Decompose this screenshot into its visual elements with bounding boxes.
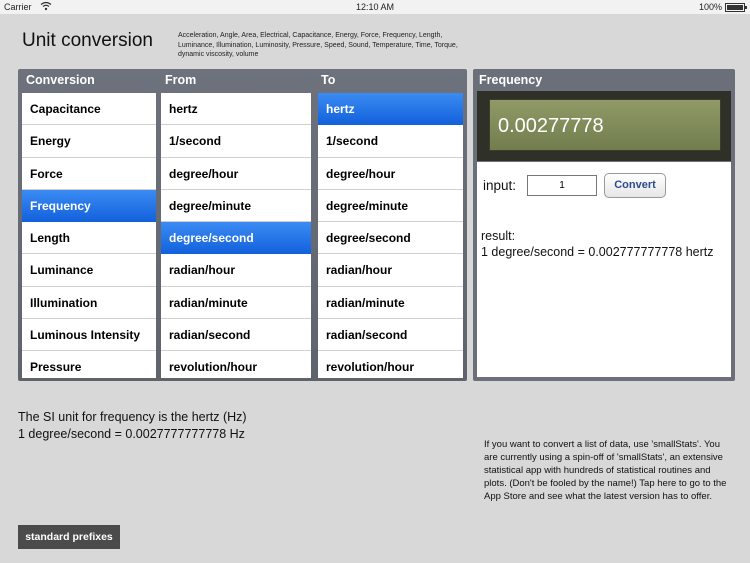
conversion-option[interactable]: Pressure [22, 351, 156, 378]
to-option[interactable]: radian/second [318, 319, 463, 352]
from-option[interactable]: radian/hour [161, 254, 311, 287]
conversion-column-header: Conversion [26, 73, 95, 87]
from-option[interactable]: radian/second [161, 319, 311, 352]
converter-form: input: Convert result: 1 degree/second =… [477, 162, 731, 377]
si-info: The SI unit for frequency is the hertz (… [18, 409, 247, 442]
conversion-option[interactable]: Frequency [22, 189, 156, 223]
lcd-display: 0.00277778 [489, 99, 721, 151]
from-option[interactable]: degree/second [161, 222, 311, 255]
battery-icon [725, 3, 747, 12]
to-option[interactable]: degree/second [318, 222, 463, 255]
to-option[interactable]: revolution/hour [318, 351, 463, 378]
clock: 12:10 AM [355, 2, 395, 12]
to-option[interactable]: radian/minute [318, 287, 463, 320]
si-unit-line: The SI unit for frequency is the hertz (… [18, 410, 247, 424]
from-unit-list[interactable]: hertz 1/second degree/hour degree/minute deg… [161, 93, 311, 378]
conversion-option[interactable]: Luminance [22, 254, 156, 287]
to-option[interactable]: radian/hour [318, 254, 463, 287]
to-option[interactable]: degree/minute [318, 190, 463, 223]
status-bar: Carrier 12:10 AM 100% [0, 0, 750, 14]
to-option[interactable]: 1/second [318, 125, 463, 158]
conversion-option[interactable]: Capacitance [22, 93, 156, 126]
result-value: 1 degree/second = 0.002777777778 hertz [481, 245, 714, 259]
conversion-option[interactable]: Energy [22, 125, 156, 158]
categories-list: Acceleration, Angle, Area, Electrical, C… [178, 32, 458, 59]
from-option[interactable]: degree/hour [161, 158, 311, 190]
to-column-header: To [321, 73, 336, 87]
smallstats-promo-link[interactable]: If you want to convert a list of data, u… [484, 438, 729, 503]
convert-button[interactable]: Convert [604, 173, 666, 198]
conversion-option[interactable]: Luminous Intensity [22, 319, 156, 352]
input-label: input: [483, 178, 517, 193]
result-label: result: [481, 229, 516, 243]
conversion-list[interactable]: Capacitance Energy Force Frequency Length Lum… [22, 93, 156, 378]
unit-picker: Conversion From To Capacitance Energy Forc… [18, 69, 467, 381]
conversion-option[interactable]: Length [22, 222, 156, 255]
frequency-panel: Frequency 0.00277778 input: Convert resu… [473, 69, 735, 381]
conversion-line: 1 degree/second = 0.0027777777778 Hz [18, 426, 245, 441]
to-option[interactable]: hertz [318, 93, 463, 126]
input-field[interactable] [527, 175, 597, 196]
from-option[interactable]: hertz [161, 93, 311, 126]
to-unit-list[interactable]: hertz 1/second degree/hour degree/minute deg… [318, 93, 463, 378]
from-option[interactable]: revolution/hour [161, 351, 311, 378]
conversion-option[interactable]: Force [22, 158, 156, 190]
frequency-panel-title: Frequency [479, 73, 543, 87]
from-option[interactable]: degree/minute [161, 190, 311, 223]
conversion-option[interactable]: Illumination [22, 287, 156, 320]
page-title: Unit conversion [22, 30, 153, 51]
from-option[interactable]: radian/minute [161, 287, 311, 320]
from-column-header: From [165, 73, 197, 87]
standard-prefixes-button[interactable]: standard prefixes [18, 525, 120, 549]
lcd-display-frame: 0.00277778 [477, 91, 731, 161]
battery-percent: 100% [698, 2, 722, 12]
to-option[interactable]: degree/hour [318, 158, 463, 190]
result-block: result: 1 degree/second = 0.002777777778… [481, 228, 721, 260]
from-option[interactable]: 1/second [161, 125, 311, 158]
